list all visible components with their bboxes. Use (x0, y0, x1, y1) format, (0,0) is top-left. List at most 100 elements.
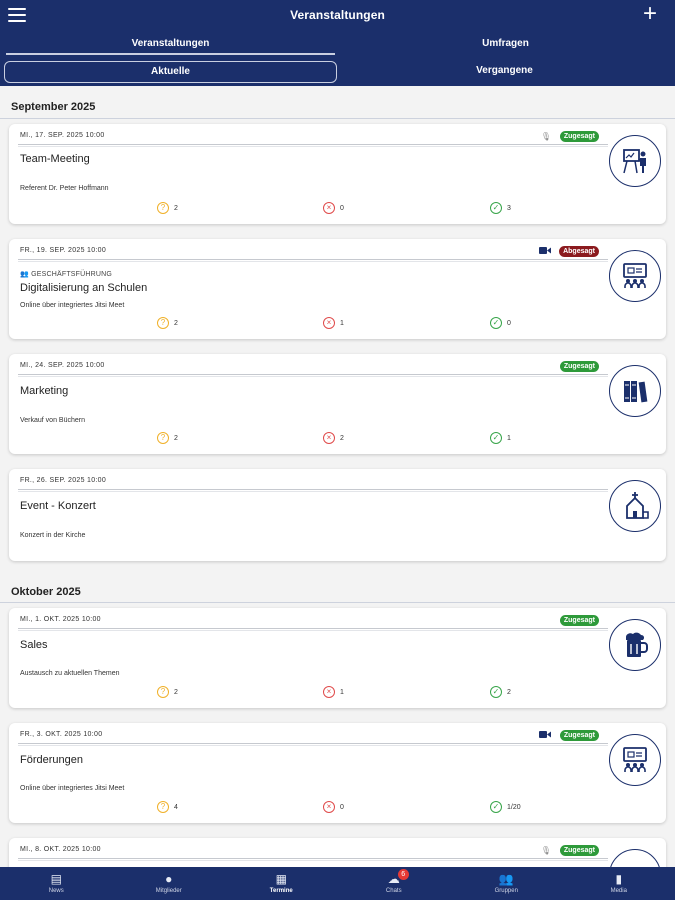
no-count[interactable]: × 1 (323, 317, 344, 329)
maybe-value: 4 (174, 803, 178, 811)
maybe-count[interactable]: ? 2 (157, 686, 178, 698)
month-heading: September 2025 (11, 101, 96, 113)
event-date: FR., 19. SEP. 2025 10:00 (20, 247, 107, 254)
maybe-count[interactable]: ? 2 (157, 202, 178, 214)
event-title: Digitalisierung an Schulen (20, 282, 148, 294)
event-card[interactable]: FR., 19. SEP. 2025 10:00 Abgesagt 👥 GESC… (9, 239, 666, 339)
no-value: 0 (340, 204, 344, 212)
maybe-count[interactable]: ? 2 (157, 317, 178, 329)
nav-media[interactable]: ▮ Media (563, 867, 675, 900)
maybe-value: 2 (174, 204, 178, 212)
status-badge: Abgesagt (559, 246, 599, 257)
question-icon: ? (157, 432, 169, 444)
check-icon: ✓ (490, 686, 502, 698)
yes-value: 0 (507, 319, 511, 327)
divider (18, 374, 608, 375)
event-card[interactable]: MI., 24. SEP. 2025 10:00 Zugesagt Market… (9, 354, 666, 454)
church-icon (609, 480, 661, 532)
no-count[interactable]: × 1 (323, 686, 344, 698)
beer-icon (609, 619, 661, 671)
event-description: Austausch zu aktuellen Themen (20, 670, 120, 677)
nav-termine[interactable]: ▦ Termine (225, 867, 338, 900)
month-heading: Oktober 2025 (11, 586, 81, 598)
divider (18, 858, 608, 859)
microphone-icon: 🎙 (540, 132, 551, 141)
cross-icon: × (323, 317, 335, 329)
yes-count[interactable]: ✓ 2 (490, 686, 511, 698)
event-card[interactable]: MI., 17. SEP. 2025 10:00 🎙 Zugesagt Team… (9, 124, 666, 224)
event-title: Marketing (20, 385, 69, 397)
no-count[interactable]: × 0 (323, 801, 344, 813)
tab-bar: Veranstaltungen Umfragen (0, 32, 675, 58)
yes-count[interactable]: ✓ 1/20 (490, 801, 521, 813)
microphone-icon: 🎙 (540, 846, 551, 855)
maybe-count[interactable]: ? 4 (157, 801, 178, 813)
video-icon (539, 247, 551, 256)
question-icon: ? (157, 317, 169, 329)
no-count[interactable]: × 0 (323, 202, 344, 214)
yes-value: 1 (507, 434, 511, 442)
video-icon (539, 731, 551, 740)
presentation-icon (609, 135, 661, 187)
check-icon: ✓ (490, 801, 502, 813)
divider (18, 630, 608, 631)
active-tab-indicator (6, 53, 335, 55)
tab-veranstaltungen[interactable]: Veranstaltungen (2, 38, 339, 49)
yes-count[interactable]: ✓ 3 (490, 202, 511, 214)
no-count[interactable]: × 2 (323, 432, 344, 444)
event-date: MI., 24. SEP. 2025 10:00 (20, 362, 105, 369)
person-icon: ● (165, 872, 173, 886)
books-icon (609, 365, 661, 417)
plus-icon[interactable]: + (643, 2, 657, 26)
yes-count[interactable]: ✓ 0 (490, 317, 511, 329)
cross-icon: × (323, 432, 335, 444)
event-date: MI., 1. OKT. 2025 10:00 (20, 616, 101, 623)
cross-icon: × (323, 801, 335, 813)
event-date: MI., 8. OKT. 2025 10:00 (20, 846, 101, 853)
nav-gruppen[interactable]: 👥 Gruppen (450, 867, 563, 900)
event-date: MI., 17. SEP. 2025 10:00 (20, 132, 105, 139)
event-card[interactable]: FR., 26. SEP. 2025 10:00 Event - Konzert… (9, 469, 666, 561)
divider (18, 628, 608, 629)
yes-count[interactable]: ✓ 1 (490, 432, 511, 444)
status-badge: Zugesagt (559, 131, 599, 142)
unread-badge: 6 (397, 869, 409, 880)
event-card[interactable]: FR., 3. OKT. 2025 10:00 Zugesagt Förderu… (9, 723, 666, 823)
nav-label: Mitglieder (155, 888, 182, 894)
nav-chats[interactable]: ☁ 6 Chats (338, 867, 451, 900)
calendar-icon: ▦ (275, 872, 287, 886)
event-title: Team-Meeting (20, 153, 90, 165)
status-badge: Zugesagt (559, 845, 599, 856)
tab-umfragen[interactable]: Umfragen (337, 38, 674, 49)
cross-icon: × (323, 202, 335, 214)
bottom-navigation: ▤ News ● Mitglieder ▦ Termine ☁ 6 Chats … (0, 867, 675, 900)
divider (18, 743, 608, 744)
divider (18, 144, 608, 145)
question-icon: ? (157, 202, 169, 214)
nav-label: Termine (269, 888, 293, 894)
subtab-vergangene[interactable]: Vergangene (338, 61, 671, 83)
page-title: Veranstaltungen (290, 8, 385, 22)
event-description: Konzert in der Kirche (20, 532, 86, 539)
subtab-bar: Aktuelle Vergangene (0, 61, 675, 83)
nav-news[interactable]: ▤ News (0, 867, 113, 900)
event-card[interactable]: MI., 1. OKT. 2025 10:00 Zugesagt Sales A… (9, 608, 666, 708)
people-icon: 👥 (20, 271, 29, 278)
status-badge: Zugesagt (559, 361, 599, 372)
nav-label: Chats (385, 888, 402, 894)
divider (18, 745, 608, 746)
subtab-aktuelle[interactable]: Aktuelle (4, 61, 337, 83)
top-bar: Veranstaltungen + Veranstaltungen Umfrag… (0, 0, 675, 86)
question-icon: ? (157, 686, 169, 698)
yes-value: 2 (507, 688, 511, 696)
event-description: Online über integriertes Jitsi Meet (20, 785, 125, 792)
nav-mitglieder[interactable]: ● Mitglieder (113, 867, 226, 900)
title-bar: Veranstaltungen + (0, 0, 675, 32)
divider (0, 118, 675, 119)
cross-icon: × (323, 686, 335, 698)
event-title: Sales (20, 639, 48, 651)
maybe-value: 2 (174, 319, 178, 327)
people-icon: 👥 (498, 872, 514, 886)
divider (18, 376, 608, 377)
maybe-count[interactable]: ? 2 (157, 432, 178, 444)
